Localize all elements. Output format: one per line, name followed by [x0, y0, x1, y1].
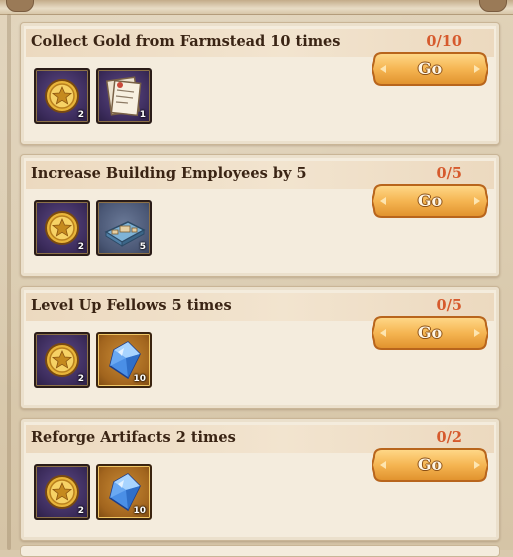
task-progress: 0/2: [436, 429, 462, 446]
reward-gold-coin[interactable]: 2: [34, 332, 90, 388]
top-ornament-right: [479, 0, 507, 12]
reward-quantity: 2: [77, 506, 84, 516]
reward-blueprint[interactable]: 1: [96, 68, 152, 124]
go-button[interactable]: Go: [372, 314, 488, 352]
task-progress: 0/5: [436, 297, 462, 314]
task-card: Reforge Artifacts 2 times 0/2 2 10 Go: [20, 418, 500, 541]
reward-gold-coin[interactable]: 2: [34, 200, 90, 256]
reward-building-blueprint[interactable]: 5: [96, 200, 152, 256]
scrollbar[interactable]: [7, 14, 11, 550]
task-title: Level Up Fellows 5 times: [31, 297, 232, 314]
go-button-label: Go: [417, 59, 443, 78]
next-task-card-edge: [20, 545, 500, 557]
task-title: Collect Gold from Farmstead 10 times: [31, 33, 341, 50]
go-button[interactable]: Go: [372, 50, 488, 88]
go-button-label: Go: [417, 323, 443, 342]
reward-gold-coin[interactable]: 2: [34, 464, 90, 520]
reward-quantity: 2: [77, 110, 84, 120]
reward-quantity: 1: [139, 110, 146, 120]
task-card: Increase Building Employees by 5 0/5 2 5: [20, 154, 500, 277]
reward-quantity: 10: [133, 374, 146, 384]
go-button[interactable]: Go: [372, 182, 488, 220]
go-button[interactable]: Go: [372, 446, 488, 484]
reward-blue-crystal[interactable]: 10: [96, 464, 152, 520]
reward-quantity: 2: [77, 242, 84, 252]
task-progress: 0/5: [436, 165, 462, 182]
task-title: Reforge Artifacts 2 times: [31, 429, 236, 446]
reward-quantity: 5: [139, 242, 146, 252]
top-ornament-left: [6, 0, 34, 12]
reward-blue-crystal[interactable]: 10: [96, 332, 152, 388]
reward-quantity: 10: [133, 506, 146, 516]
task-title: Increase Building Employees by 5: [31, 165, 307, 182]
panel-top-border: [0, 0, 513, 15]
reward-gold-coin[interactable]: 2: [34, 68, 90, 124]
task-card: Level Up Fellows 5 times 0/5 2 10 Go: [20, 286, 500, 409]
task-card: Collect Gold from Farmstead 10 times 0/1…: [20, 22, 500, 145]
go-button-label: Go: [417, 455, 443, 474]
reward-quantity: 2: [77, 374, 84, 384]
go-button-label: Go: [417, 191, 443, 210]
task-progress: 0/10: [426, 33, 462, 50]
